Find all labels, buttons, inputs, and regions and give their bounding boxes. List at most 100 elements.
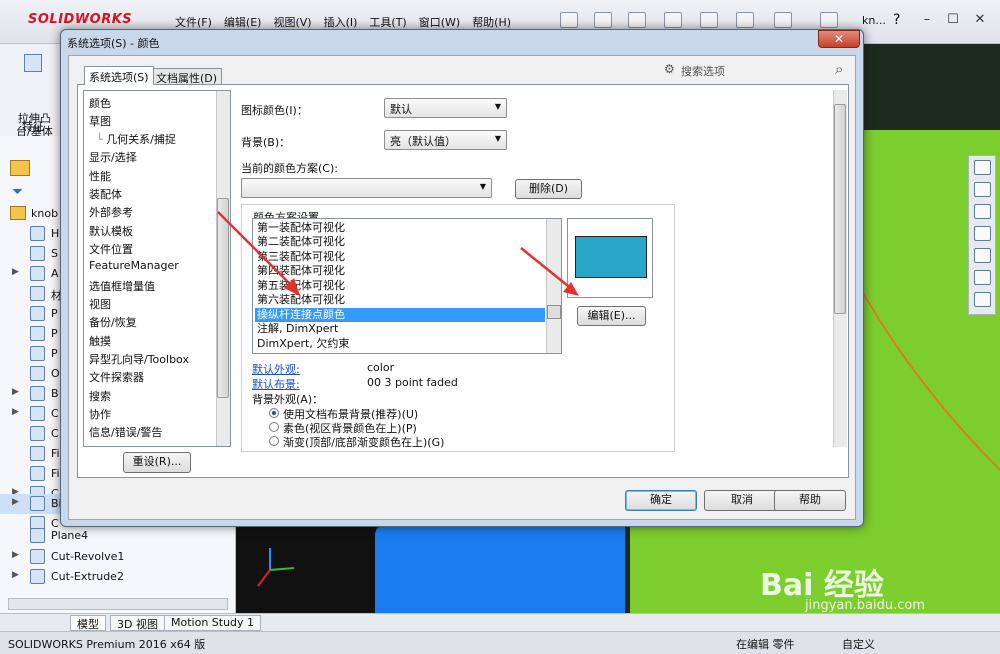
gear-icon[interactable]: [820, 12, 838, 28]
category-item-relations[interactable]: └ 几何关系/捕捉: [96, 131, 176, 147]
radio-gradient-label[interactable]: 渐变(顶部/底部渐变颜色在上)(G): [283, 434, 444, 450]
appearances-icon[interactable]: [974, 248, 991, 263]
search-settings-icon[interactable]: ⚙: [664, 62, 675, 76]
category-item-color[interactable]: 颜色: [89, 95, 111, 111]
category-item-default-templates[interactable]: 默认模板: [89, 223, 133, 239]
menu-help[interactable]: 帮助(H): [472, 14, 511, 30]
tab-system-options[interactable]: 系统选项(S): [84, 66, 154, 85]
category-item-messages[interactable]: 信息/错误/警告: [89, 424, 162, 440]
expand-icon[interactable]: ▶: [12, 387, 19, 397]
category-item-file-explorer[interactable]: 文件探索器: [89, 369, 144, 385]
menu-insert[interactable]: 插入(I): [324, 14, 358, 30]
search-input[interactable]: 搜索选项: [681, 63, 725, 79]
icon-color-select[interactable]: 默认 ▼: [384, 98, 507, 118]
open-file-icon[interactable]: [594, 12, 612, 28]
tab-features[interactable]: 特征: [22, 118, 44, 134]
menu-edit[interactable]: 编辑(E): [224, 14, 262, 30]
tab-model[interactable]: 模型: [70, 615, 106, 631]
feature-manager-tab-icon[interactable]: [10, 160, 30, 176]
undo-icon[interactable]: [700, 12, 718, 28]
tree-row[interactable]: ▶ Cut-Revolve1: [0, 547, 236, 567]
forum-icon[interactable]: [974, 292, 991, 307]
tree-horizontal-scrollbar[interactable]: [8, 598, 228, 610]
menu-view[interactable]: 视图(V): [273, 14, 311, 30]
category-item-sketch[interactable]: 草图: [89, 113, 111, 129]
help-button[interactable]: 帮助: [774, 490, 846, 511]
save-icon[interactable]: [628, 12, 646, 28]
radio-document-scene[interactable]: [269, 408, 279, 418]
print-icon[interactable]: [664, 12, 682, 28]
options-scroll-thumb[interactable]: [834, 104, 846, 314]
view-palette-icon[interactable]: [974, 226, 991, 241]
scheme-item-selected[interactable]: 操纵杆连接点颜色: [255, 308, 545, 322]
home-icon[interactable]: [974, 160, 991, 175]
custom-properties-icon[interactable]: [974, 270, 991, 285]
scheme-item[interactable]: 第六装配体可视化: [255, 293, 545, 307]
scheme-item[interactable]: 第三装配体可视化: [255, 250, 545, 264]
tab-document-properties[interactable]: 文档属性(D): [151, 68, 223, 85]
category-item-search[interactable]: 搜索: [89, 388, 111, 404]
user-name[interactable]: kn...: [862, 14, 886, 27]
tree-row[interactable]: ▶ Cut-Extrude2: [0, 567, 236, 587]
category-item-performance[interactable]: 性能: [89, 168, 111, 184]
scheme-item[interactable]: 第一装配体可视化: [255, 221, 545, 235]
category-item-backup[interactable]: 备份/恢复: [89, 314, 137, 330]
menu-tools[interactable]: 工具(T): [369, 14, 406, 30]
current-scheme-select[interactable]: ▼: [241, 178, 492, 198]
default-scene-link[interactable]: 默认布景:: [252, 376, 300, 392]
category-scroll-thumb[interactable]: [217, 198, 229, 398]
expand-icon[interactable]: ▶: [12, 407, 19, 417]
cancel-button[interactable]: 取消: [704, 490, 780, 511]
scheme-item[interactable]: 注解, DimXpert: [255, 322, 545, 336]
new-file-icon[interactable]: [560, 12, 578, 28]
category-item-assemblies[interactable]: 装配体: [89, 186, 122, 202]
expand-icon[interactable]: ▶: [12, 550, 19, 560]
category-item-featuremanager[interactable]: FeatureManager: [89, 259, 179, 272]
tab-motion-study[interactable]: Motion Study 1: [164, 615, 262, 631]
scheme-list-scroll-thumb[interactable]: [547, 305, 561, 319]
reset-button[interactable]: 重设(R)...: [123, 452, 191, 473]
tree-root-label[interactable]: knob: [31, 207, 58, 220]
category-item-spin-box[interactable]: 选值框增量值: [89, 278, 155, 294]
edit-color-button[interactable]: 编辑(E)...: [577, 306, 646, 326]
rebuild-icon[interactable]: [774, 12, 792, 28]
background-select[interactable]: 亮（默认值） ▼: [384, 130, 507, 150]
category-item-hole-wizard[interactable]: 异型孔向导/Toolbox: [89, 351, 189, 367]
status-custom-units[interactable]: 自定义: [842, 636, 875, 652]
maximize-button[interactable]: ☐: [943, 12, 963, 30]
tree-row[interactable]: Plane4: [0, 526, 236, 546]
expand-icon[interactable]: ▶: [12, 267, 19, 277]
expand-icon[interactable]: ▶: [12, 570, 19, 580]
category-item-file-locations[interactable]: 文件位置: [89, 241, 133, 257]
dialog-close-button[interactable]: ✕: [818, 30, 860, 48]
extrude-boss-icon[interactable]: [24, 54, 42, 72]
solidworks-logo[interactable]: SOLIDWORKS: [28, 12, 132, 27]
design-library-icon[interactable]: [974, 182, 991, 197]
scheme-list-scrollbar[interactable]: [546, 219, 561, 353]
ok-button[interactable]: 确定: [625, 490, 697, 511]
search-icon[interactable]: ⌕: [835, 60, 843, 78]
category-item-touch[interactable]: 触摸: [89, 333, 111, 349]
select-icon[interactable]: [736, 12, 754, 28]
scheme-item[interactable]: 第五装配体可视化: [255, 279, 545, 293]
scheme-item[interactable]: DimXpert, 欠约束: [255, 337, 545, 351]
window-close-button[interactable]: ✕: [970, 12, 990, 30]
radio-gradient[interactable]: [269, 436, 279, 446]
default-appearance-link[interactable]: 默认外观:: [252, 361, 300, 377]
category-item-view[interactable]: 视图: [89, 296, 111, 312]
tab-3d-view[interactable]: 3D 视图: [110, 615, 165, 631]
filter-icon[interactable]: ⏷: [12, 184, 23, 200]
scheme-item[interactable]: 第二装配体可视化: [255, 235, 545, 249]
radio-plain[interactable]: [269, 422, 279, 432]
file-explorer-icon[interactable]: [974, 204, 991, 219]
expand-icon[interactable]: ▶: [12, 497, 19, 507]
category-item-collaboration[interactable]: 协作: [89, 406, 111, 422]
category-item-external-references[interactable]: 外部参考: [89, 204, 133, 220]
menu-window[interactable]: 窗口(W): [419, 14, 460, 30]
scheme-item[interactable]: 第四装配体可视化: [255, 264, 545, 278]
minimize-button[interactable]: –: [917, 12, 937, 30]
delete-button[interactable]: 删除(D): [515, 179, 582, 199]
category-item-display[interactable]: 显示/选择: [89, 149, 137, 165]
menu-file[interactable]: 文件(F): [175, 14, 212, 30]
help-icon[interactable]: ?: [893, 12, 900, 28]
